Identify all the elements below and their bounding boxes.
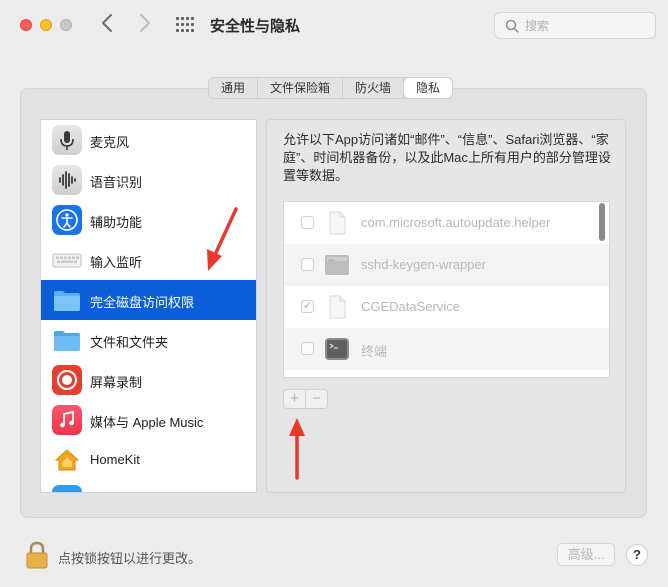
app-name: CGEDataService: [361, 299, 460, 314]
help-button[interactable]: ?: [626, 544, 648, 566]
search-field[interactable]: [494, 12, 656, 39]
folder-icon: [52, 285, 82, 315]
svg-text:exec: exec: [328, 258, 335, 262]
sidebar-item-files-and-folders[interactable]: 文件和文件夹: [41, 320, 256, 360]
app-checkbox[interactable]: [301, 258, 314, 271]
app-list[interactable]: com.microsoft.autoupdate.helper exec ssh…: [283, 201, 610, 378]
list-item[interactable]: ✓ CGEDataService: [284, 286, 609, 328]
sidebar-item-label: 完全磁盘访问权限: [90, 295, 195, 310]
sidebar-item-label: 媒体与 Apple Music: [90, 415, 204, 430]
home-icon: [52, 445, 82, 475]
sidebar-item-label: 屏幕录制: [90, 375, 143, 390]
sidebar-item-microphone[interactable]: 麦克风: [41, 120, 256, 160]
app-checkbox[interactable]: [301, 342, 314, 355]
title-bar: 安全性与隐私: [0, 0, 668, 52]
accessibility-icon: [52, 205, 82, 235]
annotation-arrow-icon: [207, 207, 238, 271]
executable-icon: exec: [324, 252, 350, 278]
lock-button[interactable]: [24, 540, 50, 570]
list-item[interactable]: exec sshd-keygen-wrapper: [284, 244, 609, 286]
screen-record-icon: [52, 365, 82, 395]
zoom-window-button[interactable]: [60, 19, 72, 31]
document-icon: [324, 210, 350, 236]
sidebar-item-screen-recording[interactable]: 屏幕录制: [41, 360, 256, 400]
app-checkbox[interactable]: ✓: [301, 300, 314, 313]
minimize-window-button[interactable]: [40, 19, 52, 31]
chevron-right-icon: [140, 14, 150, 32]
add-remove-control: + −: [283, 389, 328, 409]
list-item[interactable]: [284, 370, 609, 377]
sidebar-item-speech-recognition[interactable]: 语音识别: [41, 160, 256, 200]
advanced-button[interactable]: 高级...: [557, 543, 615, 566]
tab-filevault[interactable]: 文件保险箱: [258, 78, 344, 98]
list-item[interactable]: 终端: [284, 328, 609, 370]
lock-hint-text: 点按锁按钮以进行更改。: [58, 551, 202, 566]
window-title: 安全性与隐私: [210, 18, 301, 35]
sidebar-item-media-apple-music[interactable]: 媒体与 Apple Music: [41, 400, 256, 440]
folder-icon: [52, 325, 82, 355]
app-icon: [52, 485, 82, 492]
waveform-icon: [52, 165, 82, 195]
app-name: 终端: [361, 344, 388, 359]
show-all-grid-button[interactable]: [176, 17, 194, 33]
close-window-button[interactable]: [20, 19, 32, 31]
sidebar-item-partial[interactable]: [41, 480, 256, 492]
sidebar-item-full-disk-access[interactable]: 完全磁盘访问权限: [41, 280, 256, 320]
annotation-arrow-icon: [289, 418, 305, 480]
sidebar-item-homekit[interactable]: HomeKit: [41, 440, 256, 480]
sidebar-item-label: 辅助功能: [90, 215, 143, 230]
app-name: sshd-keygen-wrapper: [361, 257, 487, 272]
sidebar-item-label: 文件和文件夹: [90, 335, 169, 350]
app-checkbox[interactable]: [301, 216, 314, 229]
forward-button[interactable]: [138, 12, 154, 38]
app-name: com.microsoft.autoupdate.helper: [361, 215, 551, 230]
back-button[interactable]: [100, 12, 116, 38]
list-item[interactable]: com.microsoft.autoupdate.helper: [284, 202, 609, 244]
sidebar-item-label: 输入监听: [90, 255, 143, 270]
keyboard-icon: [52, 245, 82, 275]
tab-firewall[interactable]: 防火墙: [343, 78, 405, 98]
tab-bar: 通用 文件保险箱 防火墙 隐私: [208, 77, 454, 99]
permission-description: 允许以下App访问诸如“邮件”、“信息”、Safari浏览器、“家庭”、时间机器…: [283, 132, 611, 183]
app-list-scrollbar[interactable]: [599, 203, 605, 241]
music-icon: [52, 405, 82, 435]
sidebar-item-label: HomeKit: [90, 452, 140, 467]
search-icon: [505, 19, 519, 33]
remove-app-button[interactable]: −: [306, 390, 327, 408]
privacy-category-list[interactable]: 麦克风 语音识别 辅助功能 输入监听 完全磁盘访问权限 文件和文件夹 屏幕录制 …: [40, 119, 257, 493]
lock-icon: [26, 541, 48, 569]
terminal-icon: [324, 336, 350, 362]
chevron-left-icon: [102, 14, 112, 32]
sidebar-item-label: 麦克风: [90, 135, 130, 150]
microphone-icon: [52, 125, 82, 155]
tab-general[interactable]: 通用: [209, 78, 259, 98]
search-input[interactable]: [525, 17, 645, 35]
sidebar-item-label: 语音识别: [90, 175, 143, 190]
document-icon: [324, 294, 350, 320]
tab-privacy[interactable]: 隐私: [404, 78, 453, 98]
add-app-button[interactable]: +: [284, 390, 306, 408]
